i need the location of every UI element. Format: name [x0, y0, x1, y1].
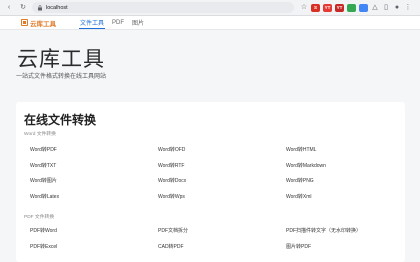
browser-toolbar: ‹ ↻ localhost ☆ S YT YT △ ▯ ● ⋮	[0, 0, 420, 16]
tool-link[interactable]: Word转Xml	[286, 189, 400, 205]
tool-link[interactable]: Word转RTF	[158, 158, 286, 174]
tool-link[interactable]: Word转PDF	[30, 142, 158, 158]
tool-link[interactable]: Word转Wps	[158, 189, 286, 205]
tool-link[interactable]: PDF扫描件转文字（无水印转换）	[286, 223, 400, 239]
tool-link[interactable]: CAD转PDF	[158, 239, 286, 255]
page-subtitle: 一站式文件格式转换在线工具网站	[16, 74, 107, 80]
card-title: 在线文件转换	[24, 113, 97, 127]
reload-icon[interactable]: ↻	[18, 3, 28, 13]
group-label-pdf: PDF 文件转换	[24, 215, 55, 220]
tool-link[interactable]: Word转OFD	[158, 142, 286, 158]
tool-link[interactable]: Word转Latex	[30, 189, 158, 205]
tab-images[interactable]: 图片	[128, 16, 148, 29]
tool-link[interactable]: Word转PNG	[286, 173, 400, 189]
page-title: 云库工具	[17, 48, 105, 71]
blue-extension-icon[interactable]	[359, 3, 368, 12]
tool-link[interactable]: Word转Docx	[158, 173, 286, 189]
sidebar-icon[interactable]: ▯	[382, 4, 390, 12]
logo-text: 云库工具	[30, 20, 56, 28]
back-icon[interactable]: ‹	[4, 3, 14, 13]
puzzle-extensions-icon[interactable]: △	[371, 4, 379, 12]
red-extension-icon-3[interactable]: YT	[335, 3, 344, 12]
tool-link[interactable]: PDF转Excel	[30, 239, 158, 255]
pdf-tools-grid: PDF转Word PDF文档拆分 PDF扫描件转文字（无水印转换） PDF转Ex…	[30, 223, 400, 254]
tool-link[interactable]: PDF文档拆分	[158, 223, 286, 239]
group-label-word: Word 文件转换	[24, 132, 56, 137]
tool-link[interactable]: 图片转PDF	[286, 239, 400, 255]
site-info-icon[interactable]	[37, 4, 43, 11]
site-header: 云库工具 文件工具 PDF 图片	[0, 16, 420, 30]
red-extension-icon-2[interactable]: YT	[323, 3, 332, 12]
url-text: localhost	[46, 4, 68, 11]
extensions-bar: ☆ S YT YT △ ▯ ● ⋮	[300, 3, 412, 12]
tab-pdf[interactable]: PDF	[108, 16, 128, 29]
menu-icon[interactable]: ⋮	[404, 4, 412, 12]
word-tools-grid: Word转PDF Word转OFD Word转HTML Word转TXT Wor…	[30, 142, 400, 204]
tool-link[interactable]: Word转TXT	[30, 158, 158, 174]
profile-icon[interactable]: ●	[393, 4, 401, 12]
site-logo[interactable]: 云库工具	[21, 16, 56, 29]
conversion-card: 在线文件转换 Word 文件转换 Word转PDF Word转OFD Word转…	[16, 102, 405, 262]
logo-icon	[21, 19, 28, 26]
tool-link[interactable]: Word转图片	[30, 173, 158, 189]
tool-link[interactable]: Word转Markdown	[286, 158, 400, 174]
bookmark-star-icon[interactable]: ☆	[300, 4, 308, 12]
hero-section: 云库工具 一站式文件格式转换在线工具网站	[0, 30, 420, 102]
green-extension-icon[interactable]	[347, 3, 356, 12]
tool-link[interactable]: PDF转Word	[30, 223, 158, 239]
address-bar[interactable]: localhost	[32, 2, 294, 13]
tab-file-tools[interactable]: 文件工具	[76, 16, 108, 29]
red-extension-icon[interactable]: S	[311, 3, 320, 12]
tool-link[interactable]: Word转HTML	[286, 142, 400, 158]
